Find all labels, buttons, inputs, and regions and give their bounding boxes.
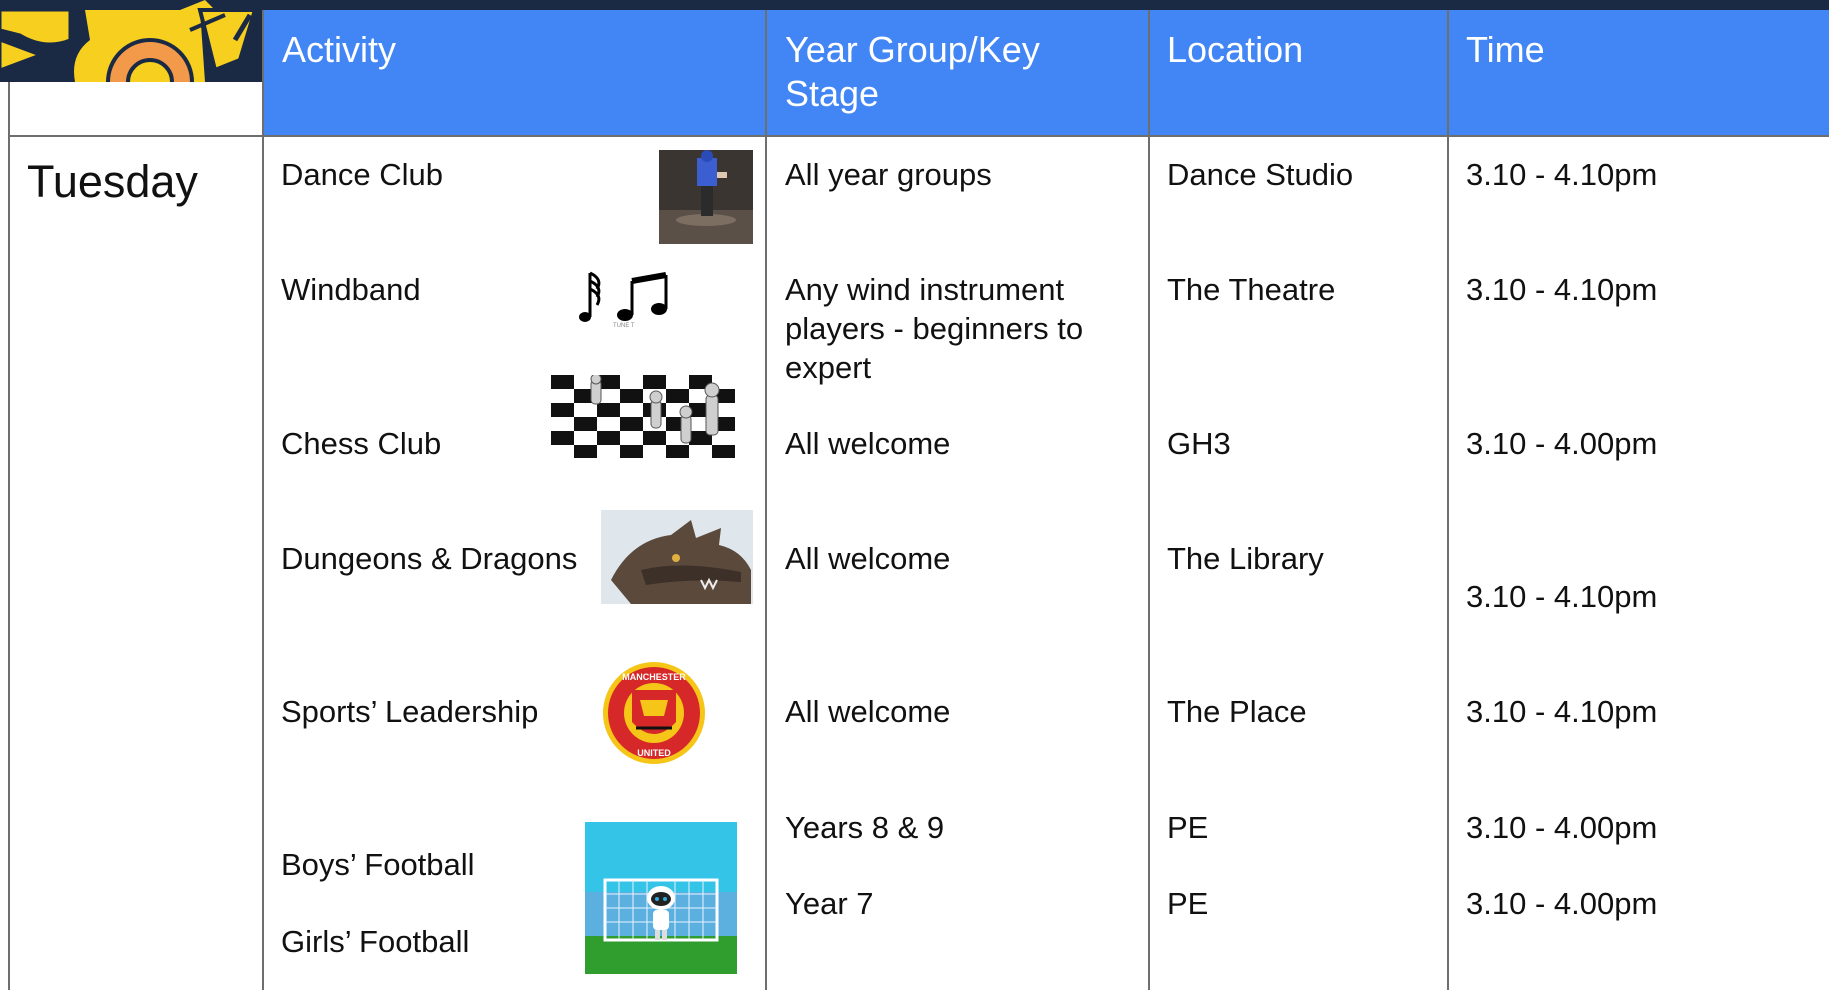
location-girls-football: PE	[1167, 886, 1209, 921]
grid-line	[1447, 10, 1449, 990]
time-sports-leadership: 3.10 - 4.10pm	[1466, 694, 1658, 729]
header-year-line1: Year Group/Key	[785, 29, 1040, 70]
day-label: Tuesday	[27, 156, 198, 207]
grid-line	[262, 10, 264, 990]
table-header: Activity Year Group/Key Stage Location T…	[264, 10, 1829, 135]
location-windband: The Theatre	[1167, 272, 1336, 307]
time-boys-football: 3.10 - 4.00pm	[1466, 810, 1658, 845]
location-sports-leadership: The Place	[1167, 694, 1307, 729]
year-girls-football: Year 7	[785, 886, 874, 921]
crest-bottom-text: UNITED	[637, 748, 671, 758]
activity-sports-leadership: Sports’ Leadership	[281, 694, 539, 729]
grid-line	[8, 82, 10, 990]
top-bar	[0, 0, 1829, 10]
year-dance-club: All year groups	[785, 157, 992, 192]
time-chess-club: 3.10 - 4.00pm	[1466, 426, 1658, 461]
year-sports-leadership: All welcome	[785, 694, 951, 729]
football-club-crest-icon: MANCHESTER UNITED	[596, 660, 712, 766]
activity-chess-club: Chess Club	[281, 426, 442, 461]
year-windband-line3: expert	[785, 350, 872, 385]
activity-dance-club: Dance Club	[281, 157, 443, 192]
activity-boys-football: Boys’ Football	[281, 847, 475, 882]
music-label-text: TUNE T	[613, 323, 635, 329]
grid-line	[1148, 10, 1150, 990]
time-windband: 3.10 - 4.10pm	[1466, 272, 1658, 307]
music-notes-icon: TUNE T	[575, 265, 675, 329]
location-dungeons-dragons: The Library	[1167, 541, 1324, 576]
header-activity: Activity	[282, 29, 397, 70]
dance-photo-icon	[659, 150, 753, 244]
year-chess-club: All welcome	[785, 426, 951, 461]
header-location: Location	[1167, 29, 1304, 70]
chessboard-icon	[551, 375, 737, 458]
school-logo	[0, 0, 263, 82]
crest-top-text: MANCHESTER	[622, 672, 686, 682]
time-dungeons-dragons: 3.10 - 4.10pm	[1466, 579, 1658, 614]
location-chess-club: GH3	[1167, 426, 1231, 461]
activity-girls-football: Girls’ Football	[281, 924, 470, 959]
time-girls-football: 3.10 - 4.00pm	[1466, 886, 1658, 921]
year-windband-line2: players - beginners to	[785, 311, 1084, 346]
year-windband-line1: Any wind instrument	[785, 272, 1065, 307]
header-year-group: Year Group/Key Stage	[785, 28, 1040, 116]
header-time: Time	[1466, 29, 1545, 70]
activity-dungeons-dragons: Dungeons & Dragons	[281, 541, 578, 576]
grid-line	[765, 10, 767, 990]
time-dance-club: 3.10 - 4.10pm	[1466, 157, 1658, 192]
header-year-line2: Stage	[785, 73, 880, 114]
location-dance-club: Dance Studio	[1167, 157, 1354, 192]
year-dungeons-dragons: All welcome	[785, 541, 951, 576]
year-windband: Any wind instrument players - beginners …	[785, 270, 1083, 387]
year-boys-football: Years 8 & 9	[785, 810, 945, 845]
location-boys-football: PE	[1167, 810, 1209, 845]
robot-goalkeeper-icon	[585, 822, 737, 974]
corner-cell	[9, 82, 263, 136]
grid-line	[8, 135, 1829, 137]
activity-windband: Windband	[281, 272, 421, 307]
dragon-icon	[601, 510, 753, 604]
